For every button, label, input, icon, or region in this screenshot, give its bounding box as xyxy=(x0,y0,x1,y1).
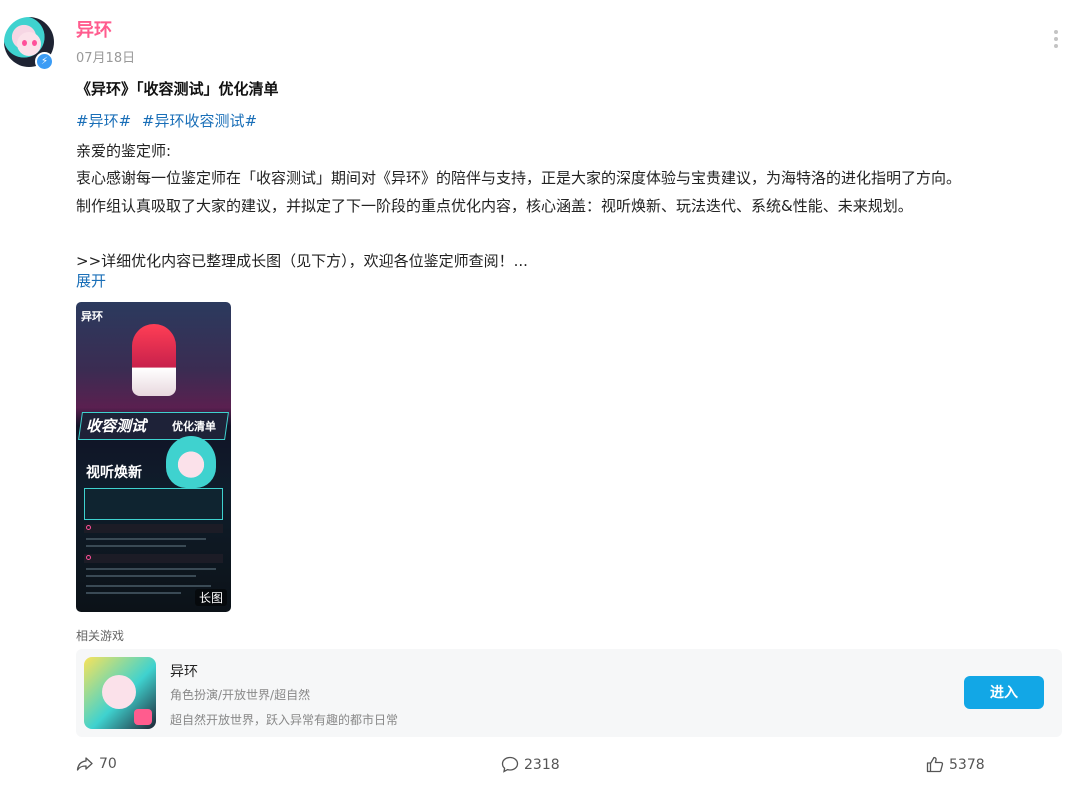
post-paragraph: 制作组认真吸取了大家的建议，并拟定了下一阶段的重点优化内容，核心涵盖：视听焕新、… xyxy=(76,197,913,215)
image-text-line xyxy=(86,568,216,570)
post-tags: #异环# #异环收容测试# xyxy=(76,110,263,131)
hashtag-link[interactable]: #异环收容测试# xyxy=(142,112,257,130)
image-banner-text: 收容测试 xyxy=(86,417,147,435)
post-paragraph: >>详细优化内容已整理成长图（见下方），欢迎各位鉴定师查阅！... xyxy=(76,252,528,270)
image-text-line xyxy=(86,538,206,540)
share-count: 70 xyxy=(99,756,117,772)
image-text-line xyxy=(86,575,196,577)
like-count: 5378 xyxy=(949,756,985,773)
game-icon-face xyxy=(102,675,136,709)
avatar-eye-right xyxy=(32,40,37,46)
author-name[interactable]: 异环 xyxy=(76,16,112,42)
share-arrow-icon xyxy=(76,757,93,771)
image-text-line xyxy=(86,585,211,587)
post-greeting: 亲爱的鉴定师: xyxy=(76,142,172,160)
image-row xyxy=(84,524,223,533)
image-text-box xyxy=(84,488,223,520)
game-description: 超自然开放世界，跃入异常有趣的都市日常 xyxy=(170,713,399,727)
enter-game-button[interactable]: 进入 xyxy=(964,676,1044,709)
game-genre: 角色扮演/开放世界/超自然 xyxy=(170,688,311,702)
related-game-card[interactable]: 异环 角色扮演/开放世界/超自然 超自然开放世界，跃入异常有趣的都市日常 进入 xyxy=(76,649,1062,737)
image-bullet xyxy=(86,525,91,530)
comment-count: 2318 xyxy=(524,756,560,773)
comment-button[interactable]: 2318 xyxy=(501,756,560,773)
post-title: 《异环》「收容测试」优化清单 xyxy=(76,80,279,98)
avatar-eye-left xyxy=(22,40,27,46)
like-button[interactable]: 5378 xyxy=(926,756,985,773)
image-text-line xyxy=(86,592,181,594)
long-image-thumbnail[interactable]: 异环 收容测试 优化清单 视听焕新 长图 xyxy=(76,302,231,612)
image-bullet xyxy=(86,555,91,560)
share-button[interactable]: 70 xyxy=(76,756,117,772)
bilibili-tv-icon xyxy=(134,709,152,725)
image-logo: 异环 xyxy=(81,310,103,323)
feed-post: ⚡ 异环 07月18日 《异环》「收容测试」优化清单 #异环# #异环收容测试#… xyxy=(0,0,1080,793)
long-image-badge: 长图 xyxy=(194,589,227,606)
image-banner-subtext: 优化清单 xyxy=(172,420,216,433)
thumbs-up-icon xyxy=(926,756,944,773)
avatar-face xyxy=(17,32,41,56)
hashtag-link[interactable]: #异环# xyxy=(76,112,131,130)
game-app-icon xyxy=(84,657,156,729)
verified-lightning-icon: ⚡ xyxy=(35,52,54,71)
more-options-icon[interactable] xyxy=(1052,30,1060,50)
post-paragraph: 衷心感谢每一位鉴定师在「收容测试」期间对《异环》的陪伴与支持，正是大家的深度体验… xyxy=(76,169,962,187)
image-character xyxy=(132,324,176,396)
avatar[interactable]: ⚡ xyxy=(4,17,54,71)
game-name: 异环 xyxy=(170,664,198,680)
expand-link[interactable]: 展开 xyxy=(76,270,106,291)
image-row xyxy=(84,554,223,563)
post-date: 07月18日 xyxy=(76,51,136,66)
image-text-line xyxy=(86,545,186,547)
related-games-label: 相关游戏 xyxy=(76,629,125,643)
image-chibi-character xyxy=(166,436,216,488)
comment-bubble-icon xyxy=(501,756,519,773)
image-section-title: 视听焕新 xyxy=(86,465,142,481)
